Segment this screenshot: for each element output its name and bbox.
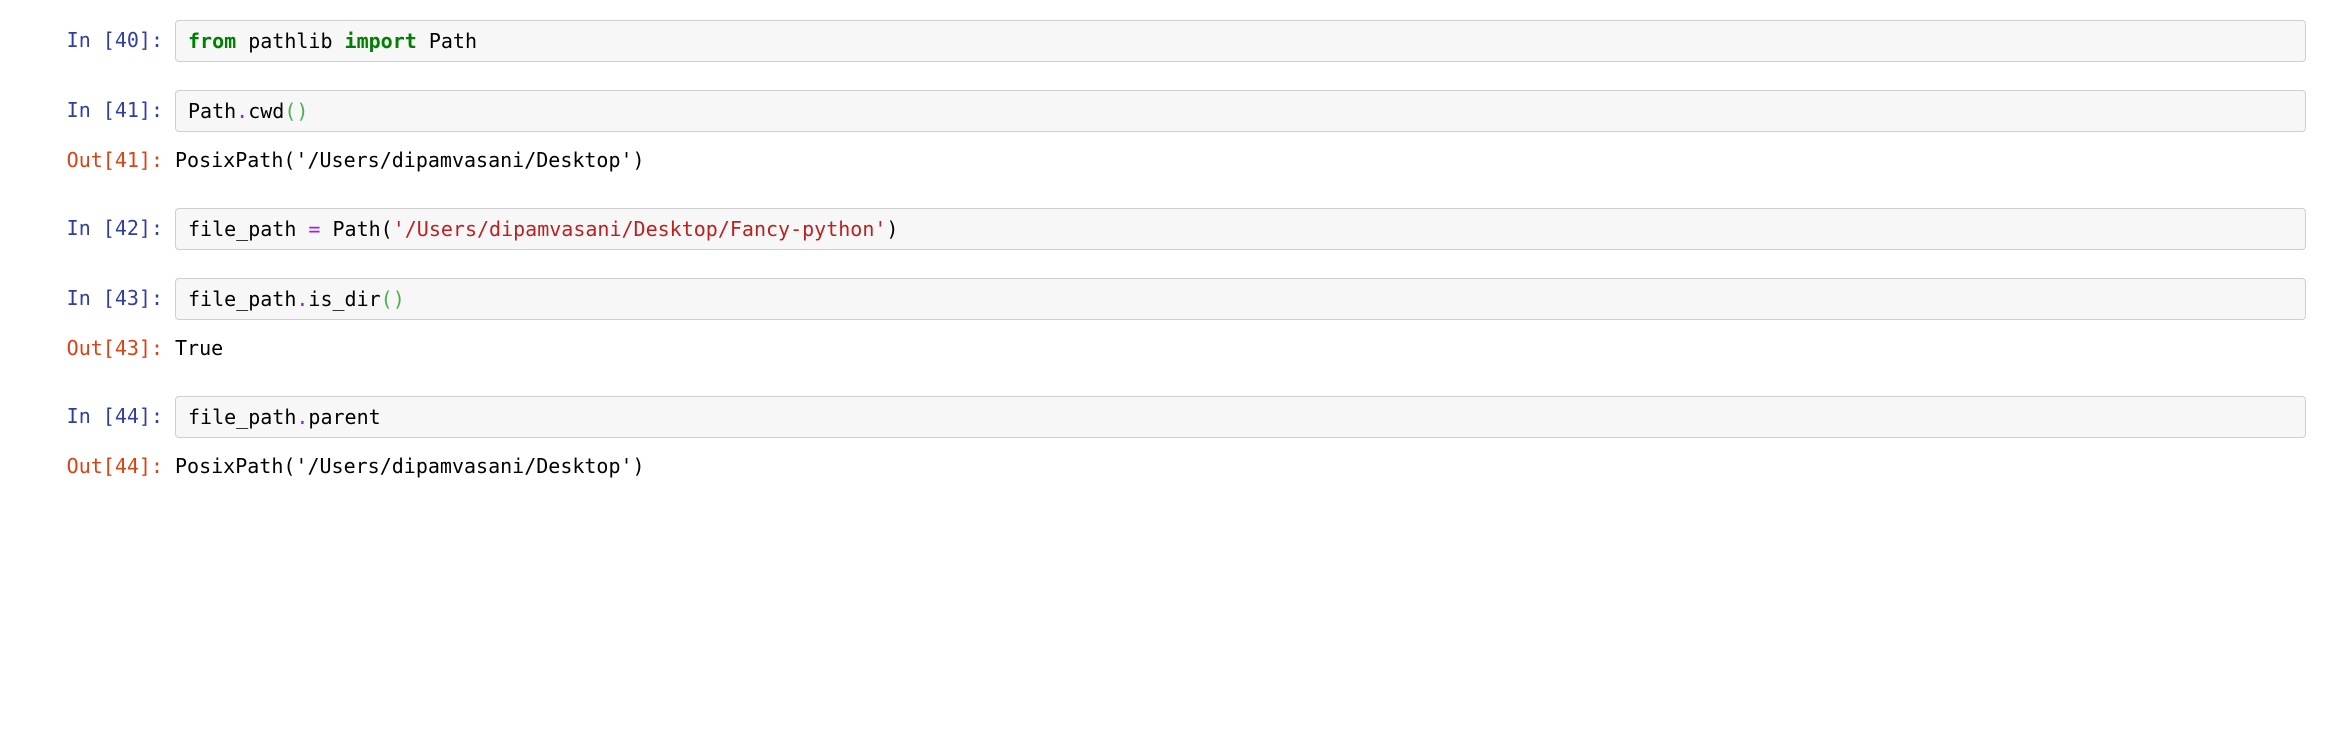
code-token: ) bbox=[886, 217, 898, 241]
code-token: pathlib bbox=[236, 29, 344, 53]
code-token: () bbox=[284, 99, 308, 123]
notebook-container: In [40]:from pathlib import PathIn [41]:… bbox=[0, 20, 2306, 486]
input-prompt: In [41]: bbox=[0, 90, 175, 122]
output-cell: Out[41]:PosixPath('/Users/dipamvasani/De… bbox=[0, 140, 2306, 180]
code-token: Path( bbox=[320, 217, 392, 241]
code-input[interactable]: file_path = Path('/Users/dipamvasani/Des… bbox=[175, 208, 2306, 250]
code-token: file_path bbox=[188, 287, 296, 311]
input-prompt: In [44]: bbox=[0, 396, 175, 428]
output-text: PosixPath('/Users/dipamvasani/Desktop') bbox=[175, 446, 2306, 486]
code-token: () bbox=[381, 287, 405, 311]
code-token: is_dir bbox=[308, 287, 380, 311]
code-token: . bbox=[296, 405, 308, 429]
code-input[interactable]: Path.cwd() bbox=[175, 90, 2306, 132]
code-token: Path bbox=[188, 99, 236, 123]
code-token: Path bbox=[417, 29, 477, 53]
output-cell: Out[43]:True bbox=[0, 328, 2306, 368]
code-token: cwd bbox=[248, 99, 284, 123]
input-cell: In [40]:from pathlib import Path bbox=[0, 20, 2306, 62]
input-cell: In [42]:file_path = Path('/Users/dipamva… bbox=[0, 208, 2306, 250]
code-token: = bbox=[308, 217, 320, 241]
input-prompt: In [40]: bbox=[0, 20, 175, 52]
cell-group: In [41]:Path.cwd()Out[41]:PosixPath('/Us… bbox=[0, 90, 2306, 180]
input-prompt: In [43]: bbox=[0, 278, 175, 310]
input-cell: In [41]:Path.cwd() bbox=[0, 90, 2306, 132]
code-token: parent bbox=[308, 405, 380, 429]
code-token: . bbox=[296, 287, 308, 311]
code-token: import bbox=[345, 29, 417, 53]
code-input[interactable]: from pathlib import Path bbox=[175, 20, 2306, 62]
code-input[interactable]: file_path.is_dir() bbox=[175, 278, 2306, 320]
cell-group: In [40]:from pathlib import Path bbox=[0, 20, 2306, 62]
output-prompt: Out[43]: bbox=[0, 328, 175, 360]
code-token: file_path bbox=[188, 217, 308, 241]
output-prompt: Out[41]: bbox=[0, 140, 175, 172]
input-cell: In [43]:file_path.is_dir() bbox=[0, 278, 2306, 320]
cell-group: In [44]:file_path.parentOut[44]:PosixPat… bbox=[0, 396, 2306, 486]
cell-group: In [43]:file_path.is_dir()Out[43]:True bbox=[0, 278, 2306, 368]
output-text: PosixPath('/Users/dipamvasani/Desktop') bbox=[175, 140, 2306, 180]
input-prompt: In [42]: bbox=[0, 208, 175, 240]
output-prompt: Out[44]: bbox=[0, 446, 175, 478]
cell-group: In [42]:file_path = Path('/Users/dipamva… bbox=[0, 208, 2306, 250]
code-input[interactable]: file_path.parent bbox=[175, 396, 2306, 438]
input-cell: In [44]:file_path.parent bbox=[0, 396, 2306, 438]
code-token: file_path bbox=[188, 405, 296, 429]
output-text: True bbox=[175, 328, 2306, 368]
code-token: from bbox=[188, 29, 236, 53]
output-cell: Out[44]:PosixPath('/Users/dipamvasani/De… bbox=[0, 446, 2306, 486]
code-token: . bbox=[236, 99, 248, 123]
code-token: '/Users/dipamvasani/Desktop/Fancy-python… bbox=[393, 217, 887, 241]
